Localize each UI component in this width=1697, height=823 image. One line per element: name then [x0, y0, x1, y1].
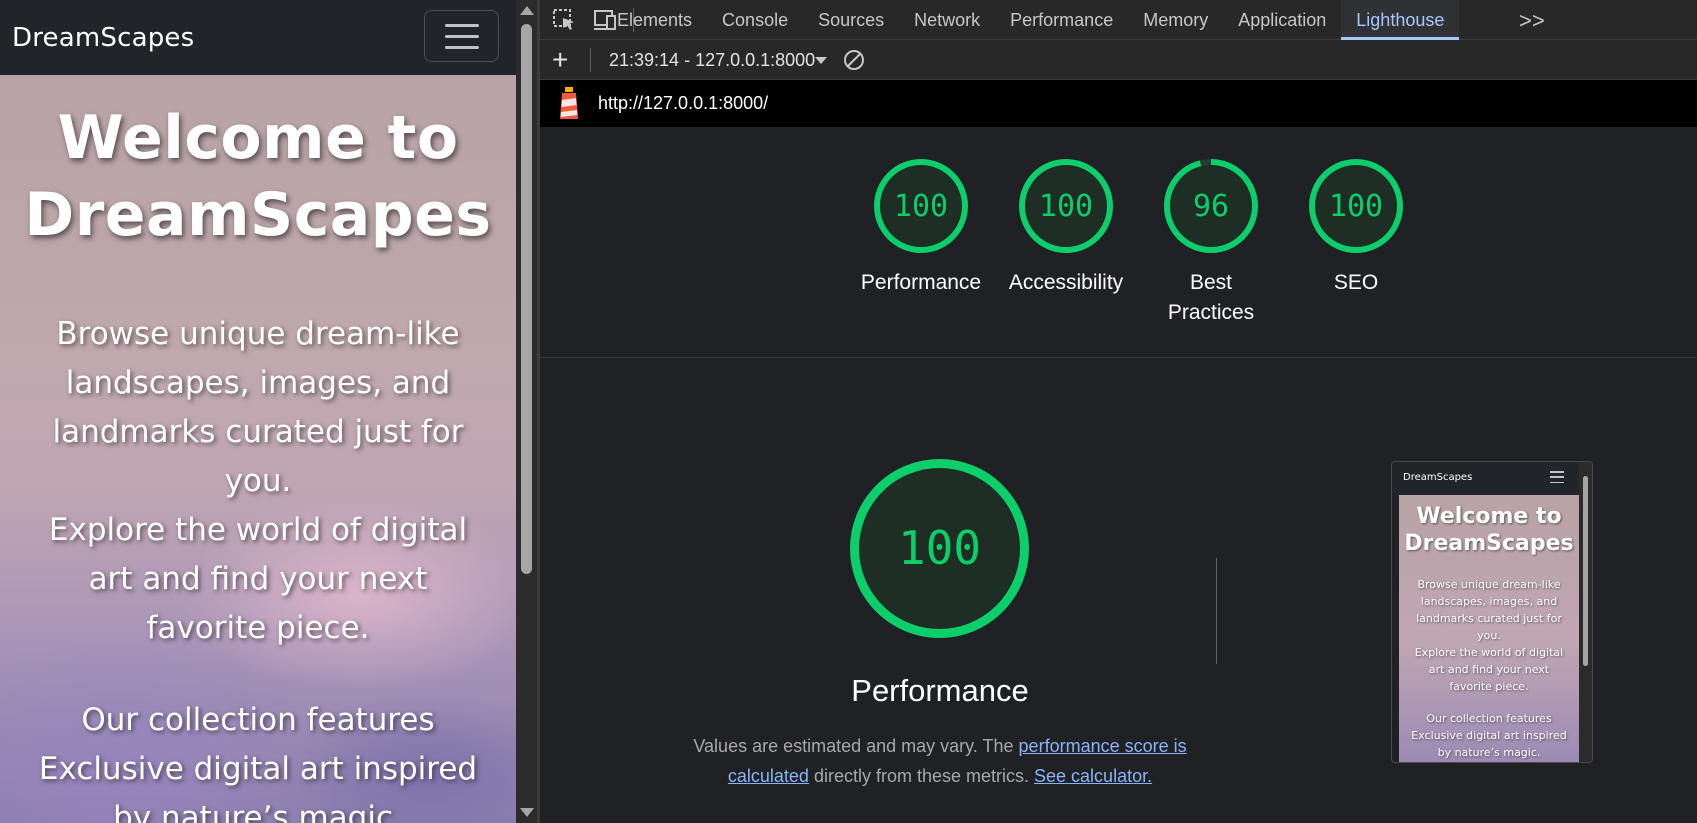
- scroll-up-arrow-icon[interactable]: [520, 6, 534, 15]
- desc-text: directly from these metrics.: [808, 766, 1035, 786]
- lighthouse-logo-icon: [560, 87, 578, 119]
- gauge-label: SEO: [1333, 271, 1379, 294]
- hamburger-bar-icon: [444, 45, 479, 49]
- hero-line: favorite piece.: [146, 610, 370, 646]
- hero-line: Our collection features: [81, 702, 435, 738]
- final-screenshot-thumbnail[interactable]: DreamScapes Welcome to DreamScapes Brows…: [1391, 461, 1593, 763]
- thumbnail-title-line: Welcome to: [1416, 504, 1562, 529]
- thumbnail-brand: DreamScapes: [1403, 472, 1473, 483]
- gauge-score: 96: [1193, 189, 1229, 224]
- report-url[interactable]: http://127.0.0.1:8000/: [598, 80, 768, 127]
- gauge-label: Performance: [860, 271, 982, 294]
- thumbnail-line: landmarks curated just for: [1416, 612, 1562, 625]
- hero-title-line-2: DreamScapes: [24, 180, 492, 250]
- hero-line: Explore the world of digital: [48, 512, 468, 548]
- thumbnail-line: landscapes, images, and: [1420, 595, 1558, 608]
- thumbnail-line: Explore the world of digital: [1414, 646, 1564, 659]
- tab-network[interactable]: Network: [899, 0, 995, 40]
- thumbnail-line: Exclusive digital art inspired: [1411, 729, 1567, 742]
- hamburger-icon: [1550, 471, 1564, 483]
- gauge-score: 100: [1039, 189, 1093, 224]
- hero-line: Browse unique dream-like: [56, 316, 460, 352]
- devtools-tabs: Elements Console Sources Network Perform…: [602, 0, 1460, 40]
- performance-score-gauge: 100: [850, 459, 1029, 638]
- tab-performance[interactable]: Performance: [995, 0, 1128, 40]
- thumbnail-line: you.: [1477, 629, 1501, 642]
- score-gauges: 100 Performance 100 Accessibility 96 Bes…: [540, 128, 1697, 358]
- thumbnail-hero: Welcome to DreamScapes Browse unique dre…: [1399, 495, 1579, 762]
- tab-memory[interactable]: Memory: [1128, 0, 1223, 40]
- hero-paragraph-1: Browse unique dream-like landscapes, ima…: [23, 310, 493, 653]
- hero-line: by nature’s magic.: [113, 800, 403, 823]
- thumbnail-paragraph-2: Our collection features Exclusive digita…: [1399, 710, 1579, 761]
- clear-all-icon[interactable]: [843, 49, 865, 71]
- hero-section: Welcome to DreamScapes Browse unique dre…: [0, 75, 516, 823]
- site-navbar: DreamScapes: [0, 0, 516, 75]
- gauge-score: 100: [894, 189, 948, 224]
- tab-lighthouse[interactable]: Lighthouse: [1341, 0, 1460, 40]
- thumbnail-line: Our collection features: [1426, 712, 1552, 725]
- toolbar-separator: [590, 48, 591, 72]
- gauge-seo[interactable]: 100 SEO: [1291, 156, 1421, 298]
- performance-score: 100: [898, 521, 981, 575]
- hero-line: art and find your next: [88, 561, 428, 597]
- site-brand[interactable]: DreamScapes: [12, 23, 194, 53]
- score-ring: 96: [1164, 159, 1258, 253]
- hero-line: landscapes, images, and: [65, 365, 451, 401]
- site-viewport: DreamScapes Welcome to DreamScapes Brows…: [0, 0, 516, 823]
- thumbnail-navbar: DreamScapes: [1392, 462, 1579, 495]
- gauge-label: Accessibility: [1008, 271, 1124, 294]
- chevron-down-icon[interactable]: [815, 57, 827, 64]
- tab-sources[interactable]: Sources: [803, 0, 899, 40]
- site-scrollbar[interactable]: [516, 0, 537, 823]
- navbar-toggler-button[interactable]: [424, 10, 499, 62]
- gauge-label: Best Practices: [1167, 271, 1255, 324]
- see-calculator-link[interactable]: See calculator.: [1034, 766, 1152, 786]
- hero-title-line-1: Welcome to: [57, 103, 459, 173]
- report-url-bar: http://127.0.0.1:8000/: [540, 80, 1697, 127]
- thumbnail-line: Browse unique dream-like: [1417, 578, 1561, 591]
- tab-elements[interactable]: Elements: [602, 0, 707, 40]
- thumbnail-title-line: DreamScapes: [1404, 531, 1574, 556]
- hero-line: you.: [224, 463, 292, 499]
- performance-title: Performance: [851, 673, 1029, 708]
- hamburger-bar-icon: [444, 23, 479, 27]
- inspect-element-icon[interactable]: [552, 8, 578, 32]
- vertical-divider: [1216, 558, 1217, 664]
- more-tabs-chevron-icon[interactable]: >>: [1519, 8, 1545, 34]
- performance-description: Values are estimated and may vary. The p…: [690, 731, 1190, 791]
- hamburger-bar-icon: [444, 34, 479, 38]
- lighthouse-toolbar: + 21:39:14 - 127.0.0.1:8000: [540, 40, 1697, 80]
- score-ring: 100: [874, 159, 968, 253]
- gauge-accessibility[interactable]: 100 Accessibility: [1001, 156, 1131, 298]
- hero-line: Exclusive digital art inspired: [38, 751, 478, 787]
- thumbnail-scroll-thumb: [1583, 476, 1588, 666]
- report-selector[interactable]: 21:39:14 - 127.0.0.1:8000: [609, 40, 815, 80]
- devtools-panel: Elements Console Sources Network Perform…: [540, 0, 1697, 823]
- gauge-best-practices[interactable]: 96 Best Practices: [1146, 156, 1276, 328]
- thumbnail-paragraph-1: Browse unique dream-like landscapes, ima…: [1399, 576, 1579, 695]
- hero-line: landmarks curated just for: [52, 414, 464, 450]
- hero-paragraph-2: Our collection features Exclusive digita…: [23, 696, 493, 823]
- devtools-tabbar: Elements Console Sources Network Perform…: [540, 0, 1697, 40]
- thumbnail-title: Welcome to DreamScapes: [1399, 495, 1579, 557]
- gauge-score: 100: [1329, 189, 1383, 224]
- scroll-down-arrow-icon[interactable]: [520, 808, 534, 817]
- tab-application[interactable]: Application: [1223, 0, 1341, 40]
- thumbnail-line: art and find your next: [1428, 663, 1550, 676]
- score-ring: 100: [1309, 159, 1403, 253]
- score-ring: 100: [1019, 159, 1113, 253]
- desc-text: Values are estimated and may vary. The: [693, 736, 1019, 756]
- thumbnail-line: favorite piece.: [1449, 680, 1529, 693]
- thumbnail-line: by nature’s magic.: [1437, 746, 1541, 759]
- thumbnail-scrollbar: [1579, 462, 1592, 762]
- gauge-performance[interactable]: 100 Performance: [856, 156, 986, 298]
- tab-console[interactable]: Console: [707, 0, 803, 40]
- performance-section: 100 Performance Values are estimated and…: [540, 359, 1697, 823]
- scrollbar-thumb[interactable]: [521, 24, 532, 574]
- hero-title: Welcome to DreamScapes: [0, 75, 516, 254]
- new-report-button[interactable]: +: [552, 46, 568, 74]
